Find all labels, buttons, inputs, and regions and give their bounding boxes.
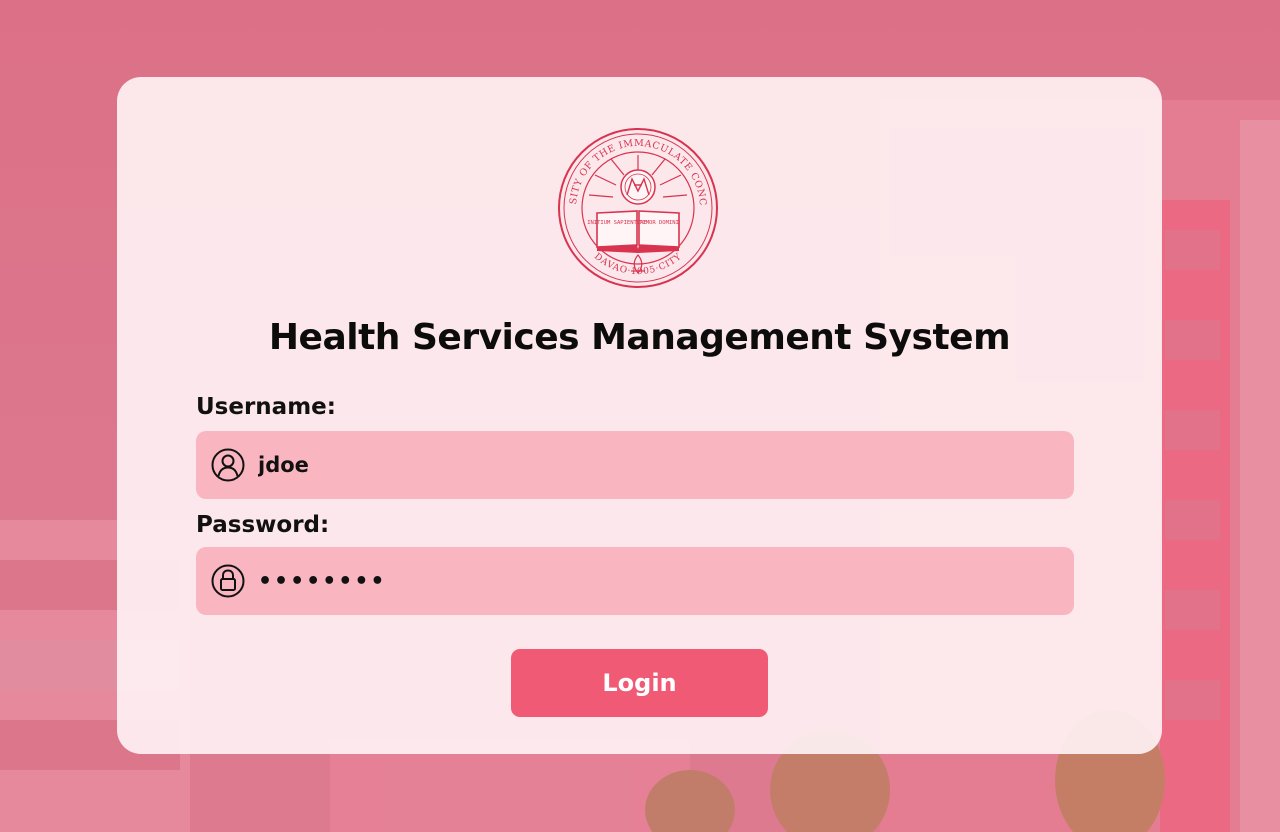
password-input[interactable] [258, 547, 1058, 615]
seal-book-right-text: TIMOR DOMINI [639, 220, 679, 226]
user-icon [211, 448, 245, 482]
seal-book-left-text: INITIUM SAPIENTIAE [587, 220, 647, 226]
login-card: UNIVERSITY OF THE IMMACULATE CONCEPTION … [117, 77, 1162, 754]
username-input[interactable] [258, 431, 1058, 499]
university-seal-logo: UNIVERSITY OF THE IMMACULATE CONCEPTION … [557, 127, 718, 288]
password-field[interactable] [196, 547, 1074, 615]
username-label: Username: [196, 394, 336, 420]
page-title: Health Services Management System [268, 317, 1011, 358]
lock-icon [211, 564, 245, 598]
password-label: Password: [196, 512, 330, 538]
login-button[interactable]: Login [511, 649, 768, 717]
username-field[interactable] [196, 431, 1074, 499]
